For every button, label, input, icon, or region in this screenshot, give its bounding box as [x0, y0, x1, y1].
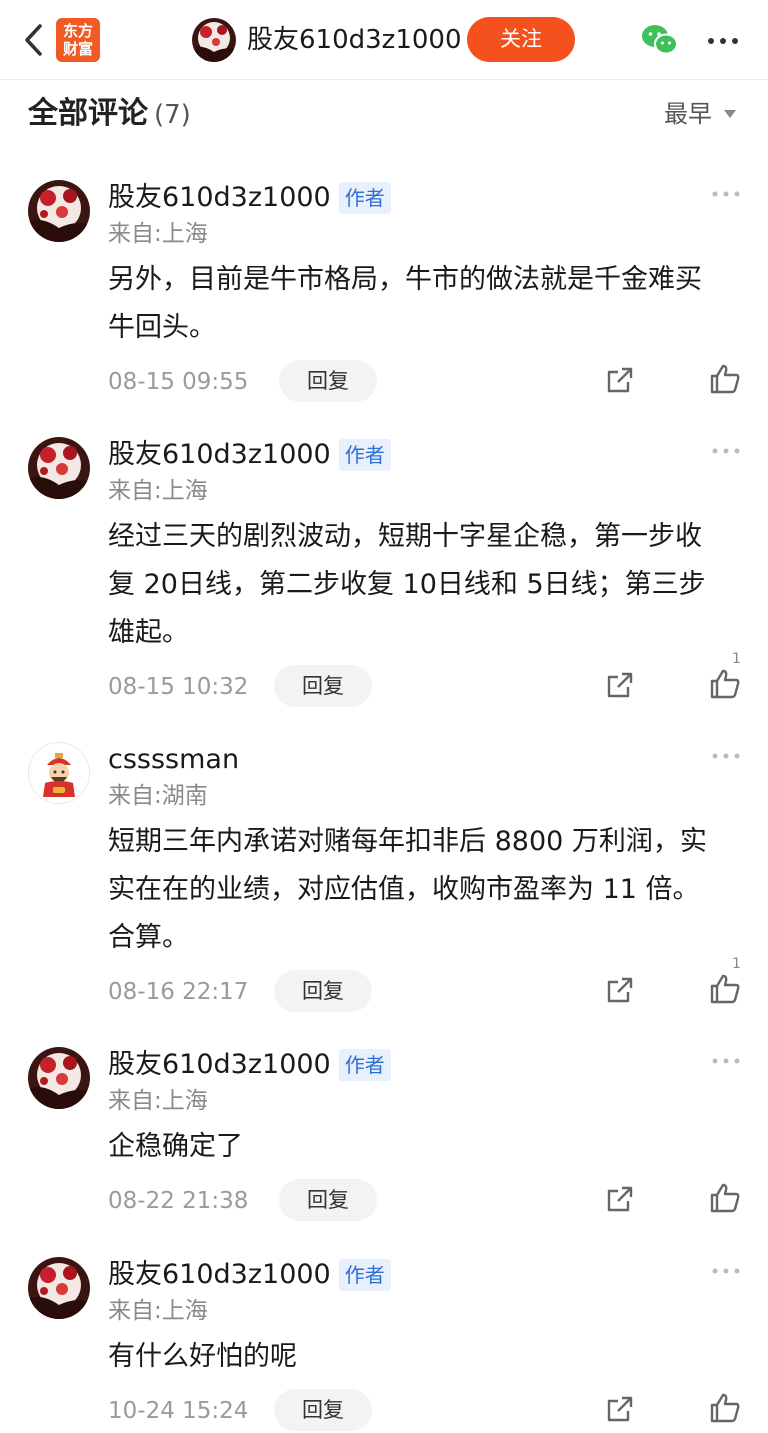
comment-text: 短期三年内承诺对赌每年扣非后 8800 万利润，实实在在的业绩，对应估值，收购市… — [108, 826, 707, 953]
comment-author-name: 股友610d3z1000 — [108, 439, 331, 470]
comment-author[interactable]: 股友610d3z1000 作者 — [108, 437, 391, 473]
comment-author-name: 股友610d3z1000 — [108, 1259, 331, 1290]
comment-location: 来自:上海 — [108, 221, 208, 247]
comment-location: 来自:上海 — [108, 1298, 208, 1324]
author-badge: 作者 — [338, 182, 391, 214]
brand-logo[interactable]: 东方 财富 — [56, 18, 100, 62]
comment-text: 有什么好怕的呢 — [108, 1341, 297, 1372]
caret-down-icon — [724, 110, 736, 118]
like-count: 1 — [732, 956, 741, 972]
comment-footer: 08-16 22:17 回复 1 — [0, 956, 768, 1014]
sort-dropdown[interactable]: 最早 — [664, 98, 736, 130]
brand-logo-line1: 东方 — [62, 22, 93, 40]
comment-location: 来自:湖南 — [108, 783, 208, 809]
avatar[interactable] — [28, 742, 90, 804]
section-title-text: 全部评论 — [28, 96, 148, 131]
comment-footer: 08-22 21:38 回复 — [0, 1179, 768, 1223]
share-icon[interactable] — [604, 974, 636, 1006]
comment-footer: 08-15 10:32 回复 1 — [0, 651, 768, 709]
comment-text: 另外，目前是牛市格局，牛市的做法就是千金难买牛回头。 — [108, 264, 702, 343]
comment-location: 来自:上海 — [108, 1088, 208, 1114]
avatar[interactable] — [28, 437, 90, 499]
more-options-icon[interactable] — [710, 186, 742, 200]
comment-time: 08-15 09:55 — [108, 369, 249, 395]
like-count: 1 — [732, 651, 741, 667]
reply-button[interactable]: 回复 — [279, 360, 377, 402]
comment-footer: 10-24 15:24 回复 — [0, 1389, 768, 1433]
thumbs-up-icon[interactable] — [708, 1391, 742, 1425]
back-arrow-icon[interactable] — [20, 22, 50, 58]
thumbs-up-icon[interactable] — [708, 667, 742, 701]
comment-time: 10-24 15:24 — [108, 1398, 249, 1424]
more-options-icon[interactable] — [710, 1053, 742, 1067]
more-menu-icon[interactable] — [706, 26, 740, 56]
more-options-icon[interactable] — [710, 443, 742, 457]
share-icon[interactable] — [604, 669, 636, 701]
top-bar: 东方 财富 股友610d3z1000 关注 — [0, 0, 768, 80]
comment-footer: 08-15 09:55 回复 — [0, 360, 768, 404]
comments-header: 全部评论 (7) 最早 — [0, 80, 768, 148]
thumbs-up-icon[interactable] — [708, 972, 742, 1006]
comment-author-name: 股友610d3z1000 — [108, 1049, 331, 1080]
reply-button[interactable]: 回复 — [274, 665, 372, 707]
section-title: 全部评论 (7) — [28, 94, 191, 135]
comment-author-name: 股友610d3z1000 — [108, 182, 331, 213]
comment-author[interactable]: 股友610d3z1000 作者 — [108, 1257, 391, 1293]
reply-button[interactable]: 回复 — [274, 970, 372, 1012]
more-options-icon[interactable] — [710, 1263, 742, 1277]
reply-button[interactable]: 回复 — [279, 1179, 377, 1221]
comment-text: 经过三天的剧烈波动，短期十字星企稳，第一步收复 20日线，第二步收复 10日线和… — [108, 521, 706, 648]
comment-text: 企稳确定了 — [108, 1131, 243, 1162]
author-badge: 作者 — [338, 1259, 391, 1291]
comment-time: 08-15 10:32 — [108, 674, 249, 700]
reply-button[interactable]: 回复 — [274, 1389, 372, 1431]
author-badge: 作者 — [338, 1049, 391, 1081]
comment-time: 08-16 22:17 — [108, 979, 249, 1005]
share-icon[interactable] — [604, 1183, 636, 1215]
comment-count: (7) — [154, 100, 191, 130]
thumbs-up-icon[interactable] — [708, 1181, 742, 1215]
comment-author[interactable]: 股友610d3z1000 作者 — [108, 1047, 391, 1083]
wechat-icon[interactable] — [640, 20, 680, 60]
comment-author-name: cssssman — [108, 744, 240, 775]
more-options-icon[interactable] — [710, 748, 742, 762]
share-icon[interactable] — [604, 364, 636, 396]
header-username[interactable]: 股友610d3z1000 — [247, 22, 462, 58]
avatar[interactable] — [28, 1257, 90, 1319]
comment-author[interactable]: cssssman — [108, 742, 239, 778]
avatar[interactable] — [28, 1047, 90, 1109]
comment-location: 来自:上海 — [108, 478, 208, 504]
follow-button[interactable]: 关注 — [467, 17, 575, 62]
comment-author[interactable]: 股友610d3z1000 作者 — [108, 180, 391, 216]
avatar[interactable] — [28, 180, 90, 242]
comment-time: 08-22 21:38 — [108, 1188, 249, 1214]
avatar[interactable] — [192, 18, 236, 62]
thumbs-up-icon[interactable] — [708, 362, 742, 396]
share-icon[interactable] — [604, 1393, 636, 1425]
author-badge: 作者 — [338, 439, 391, 471]
sort-label: 最早 — [664, 100, 712, 128]
brand-logo-line2: 财富 — [62, 40, 93, 58]
